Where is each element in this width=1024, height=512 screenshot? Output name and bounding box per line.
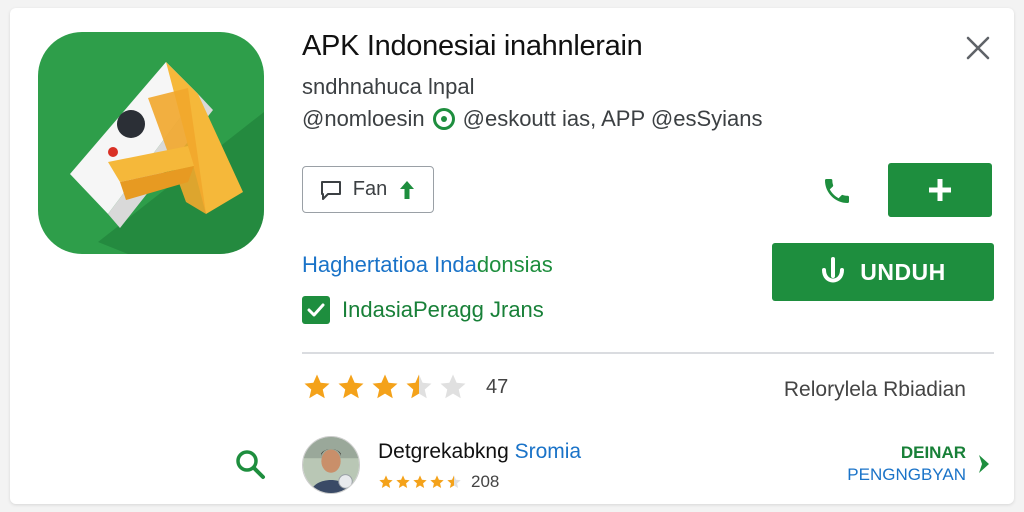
upload-arrow-icon: [400, 180, 415, 199]
app-logo-graphic: [38, 32, 264, 254]
more-link-line1: DEINAR: [900, 443, 966, 462]
developer-rating: 208: [378, 472, 499, 492]
more-link[interactable]: DEINAR PENGNGBYAN: [847, 442, 966, 486]
star-icon: [406, 374, 432, 399]
search-button[interactable]: [232, 446, 268, 482]
fan-label: Fan: [352, 178, 388, 200]
app-logo: [38, 32, 264, 254]
comment-icon: [320, 180, 341, 200]
more-arrow-button[interactable]: [974, 452, 994, 476]
star-icon: [440, 374, 466, 399]
developer-name[interactable]: Detgrekabkng Sromia: [378, 440, 581, 464]
meta-right: @eskoutt ias, APP @esSyians: [462, 106, 763, 131]
app-link[interactable]: Haghertatioa Indadonsias: [302, 252, 553, 278]
app-link-part-a: Haghertatioa Inda: [302, 252, 477, 277]
star-icon: [430, 475, 444, 488]
star-icon: [396, 475, 410, 488]
reviews-link[interactable]: Relorylela Rbiadian: [784, 378, 966, 402]
phone-button[interactable]: [818, 172, 856, 210]
star-icon: [447, 475, 461, 488]
divider: [302, 352, 994, 354]
add-button[interactable]: [888, 163, 992, 217]
install-label: UNDUH: [860, 258, 946, 285]
rating-count: 47: [486, 375, 509, 398]
star-icon: [338, 374, 364, 399]
star-icon: [413, 475, 427, 488]
close-icon: [966, 36, 990, 60]
chevron-right-icon: [979, 455, 989, 473]
meta-left: @nomloesin: [302, 106, 425, 131]
check-icon: [302, 296, 330, 324]
verified-label: IndasiaPeragg Jrans: [342, 297, 544, 322]
app-meta: @nomloesin @eskoutt ias, APP @esSyians: [302, 106, 762, 132]
install-button[interactable]: UNDUH: [772, 243, 994, 301]
developer-rating-count: 208: [471, 472, 500, 491]
rating-stars: [302, 372, 468, 402]
plus-icon: [929, 179, 951, 201]
verified-row: IndasiaPeragg Jrans: [302, 296, 544, 324]
app-title: APK Indonesiai inahnlerain: [302, 30, 643, 62]
star-icon: [304, 374, 330, 399]
fan-button[interactable]: Fan: [302, 166, 434, 213]
developer-stars: [378, 474, 462, 490]
more-link-line2: PENGNGBYAN: [847, 465, 966, 484]
developer-name-b: Sromia: [514, 440, 582, 463]
star-icon: [379, 475, 393, 488]
phone-icon: [825, 179, 849, 203]
avatar-image: [303, 437, 359, 493]
developer-avatar[interactable]: [302, 436, 360, 494]
star-icon: [372, 374, 398, 399]
app-link-part-b: donsias: [476, 252, 553, 277]
close-button[interactable]: [962, 32, 994, 64]
rating-row: 47: [302, 372, 508, 402]
download-icon: [822, 257, 845, 283]
app-subtitle: sndhnahuca lnpal: [302, 74, 475, 99]
developer-name-a: Detgrekabkng: [378, 440, 509, 463]
badge-icon: [432, 108, 455, 130]
search-icon: [236, 450, 265, 479]
